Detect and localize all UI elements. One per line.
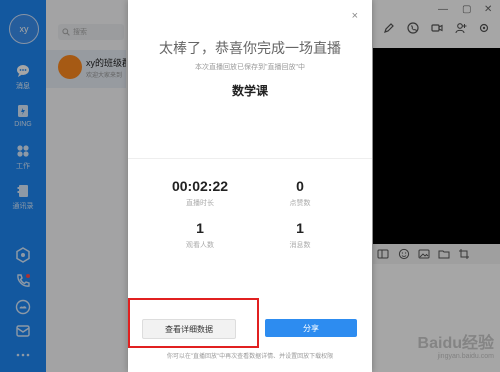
divider [128,158,372,159]
watermark-url: jingyan.baidu.com [437,353,494,360]
stat-label: 消息数 [289,242,311,249]
live-summary-dialog: × 太棒了，恭喜你完成一场直播 本次直播回放已保存到"直播回放"中 数学课 00… [128,0,372,372]
stat-label: 观看人数 [186,242,214,249]
watermark-logo: Baidu经验 [417,335,494,352]
stat-messages: 1 消息数 [250,220,350,250]
dialog-subtitle: 本次直播回放已保存到"直播回放"中 [195,64,305,71]
stat-value: 0 [296,178,304,194]
share-button[interactable]: 分享 [265,319,357,337]
close-icon[interactable]: × [352,10,358,22]
dialog-footnote: 你可以在"直播回放"中再次查看数据详情、并设置回放下载权限 [166,354,334,360]
view-details-button[interactable]: 查看详细数据 [142,319,236,339]
stat-viewers: 1 观看人数 [150,220,250,250]
stat-duration: 00:02:22 直播时长 [150,178,250,208]
stat-likes: 0 点赞数 [250,178,350,208]
course-name: 数学课 [231,84,268,98]
stat-value: 00:02:22 [171,178,229,194]
stat-value: 1 [296,220,304,236]
stat-label: 点赞数 [289,200,311,207]
stat-label: 直播时长 [186,200,214,207]
stat-value: 1 [196,220,204,236]
dialog-headline: 太棒了，恭喜你完成一场直播 [159,40,341,56]
watermark: Baidu经验 jingyan.baidu.com [418,329,494,360]
